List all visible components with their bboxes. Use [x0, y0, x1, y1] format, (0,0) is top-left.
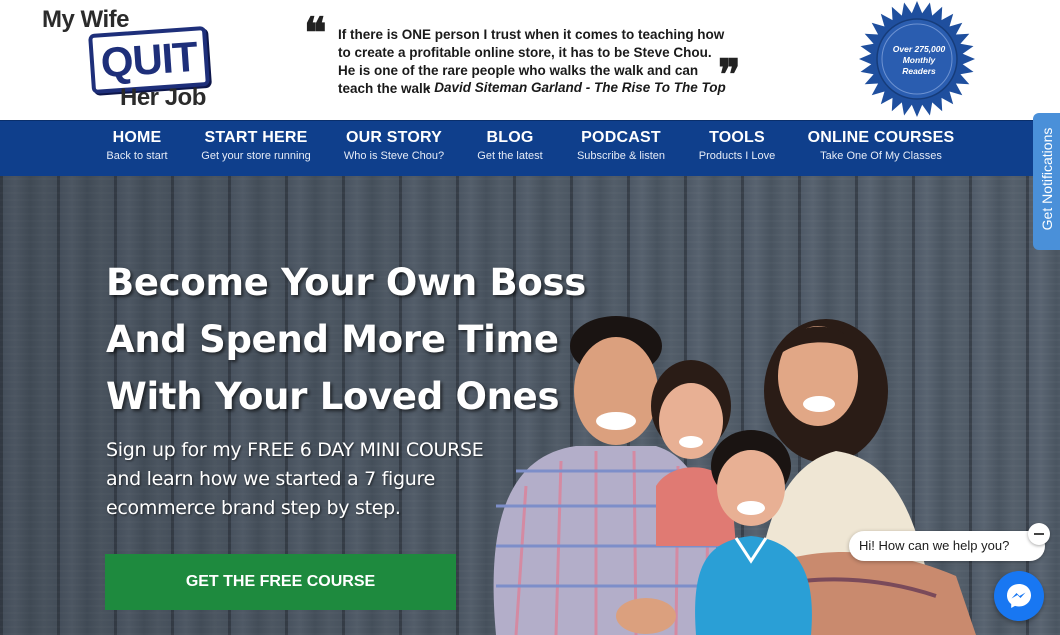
logo-line-quit: QUIT	[99, 32, 199, 87]
get-notifications-tab[interactable]: Get Notifications	[1033, 113, 1060, 250]
nav-sublabel: Get the latest	[477, 150, 543, 162]
hero-subtitle: Sign up for my FREE 6 DAY MINI COURSE an…	[106, 436, 486, 523]
messenger-icon	[1007, 584, 1031, 608]
nav-sublabel: Get your store running	[201, 150, 311, 162]
nav-label: ONLINE COURSES	[807, 129, 955, 146]
logo-line-her-job: Her Job	[120, 84, 206, 111]
nav-label: TOOLS	[709, 129, 765, 146]
readers-badge: Over 275,000 Monthly Readers	[858, 0, 980, 120]
nav-item-home[interactable]: HOME Back to start	[103, 129, 171, 162]
nav-label: HOME	[112, 129, 162, 146]
nav-item-tools[interactable]: TOOLS Products I Love	[694, 129, 780, 162]
hero-title-line-3: With Your Loved Ones	[106, 375, 560, 418]
hero-title-line-1: Become Your Own Boss	[106, 261, 586, 304]
site-logo[interactable]: My Wife QUIT Her Job	[40, 6, 230, 116]
hero-title: Become Your Own Boss And Spend More Time…	[106, 254, 586, 425]
nav-sublabel: Products I Love	[698, 150, 776, 162]
chat-close-icon[interactable]	[1028, 523, 1050, 545]
nav-item-start-here[interactable]: START HERE Get your store running	[201, 129, 311, 162]
nav-label: OUR STORY	[345, 129, 443, 146]
nav-item-blog[interactable]: BLOG Get the latest	[470, 129, 550, 162]
nav-sublabel: Subscribe & listen	[576, 150, 666, 162]
testimonial-author: - David Siteman Garland - The Rise To Th…	[426, 80, 726, 95]
main-nav: HOME Back to start START HERE Get your s…	[0, 120, 1060, 176]
logo-line-my-wife: My Wife	[42, 6, 129, 33]
messenger-button[interactable]	[994, 571, 1044, 621]
notifications-tab-label: Get Notifications	[1039, 127, 1055, 231]
nav-label: BLOG	[486, 129, 534, 146]
get-free-course-button[interactable]: GET THE FREE COURSE	[105, 554, 456, 610]
nav-label: START HERE	[204, 129, 308, 146]
badge-line-1: Over 275,000	[892, 44, 946, 54]
hero-section: Become Your Own Boss And Spend More Time…	[0, 176, 1060, 635]
nav-label: PODCAST	[581, 129, 661, 146]
hero-subtitle-line-2: and learn how we started a 7 figure	[106, 468, 435, 490]
site-header: My Wife QUIT Her Job ❝ If there is ONE p…	[0, 0, 1060, 120]
badge-line-3: Readers	[902, 66, 936, 76]
nav-sublabel: Take One Of My Classes	[820, 150, 942, 162]
hero-subtitle-line-1: Sign up for my FREE 6 DAY MINI COURSE	[106, 439, 484, 461]
testimonial: ❝ If there is ONE person I trust when it…	[300, 12, 760, 108]
nav-sublabel: Back to start	[106, 150, 168, 162]
open-quote-icon: ❝	[304, 8, 327, 57]
badge-line-2: Monthly	[902, 55, 936, 65]
badge-text: Over 275,000 Monthly Readers	[878, 44, 960, 77]
nav-sublabel: Who is Steve Chou?	[343, 150, 445, 162]
nav-item-online-courses[interactable]: ONLINE COURSES Take One Of My Classes	[807, 129, 955, 162]
chat-greeting-bubble[interactable]: Hi! How can we help you?	[849, 531, 1045, 561]
hero-subtitle-line-3: ecommerce brand step by step.	[106, 497, 401, 519]
nav-item-our-story[interactable]: OUR STORY Who is Steve Chou?	[339, 129, 449, 162]
nav-item-podcast[interactable]: PODCAST Subscribe & listen	[574, 129, 668, 162]
hero-title-line-2: And Spend More Time	[106, 318, 559, 361]
